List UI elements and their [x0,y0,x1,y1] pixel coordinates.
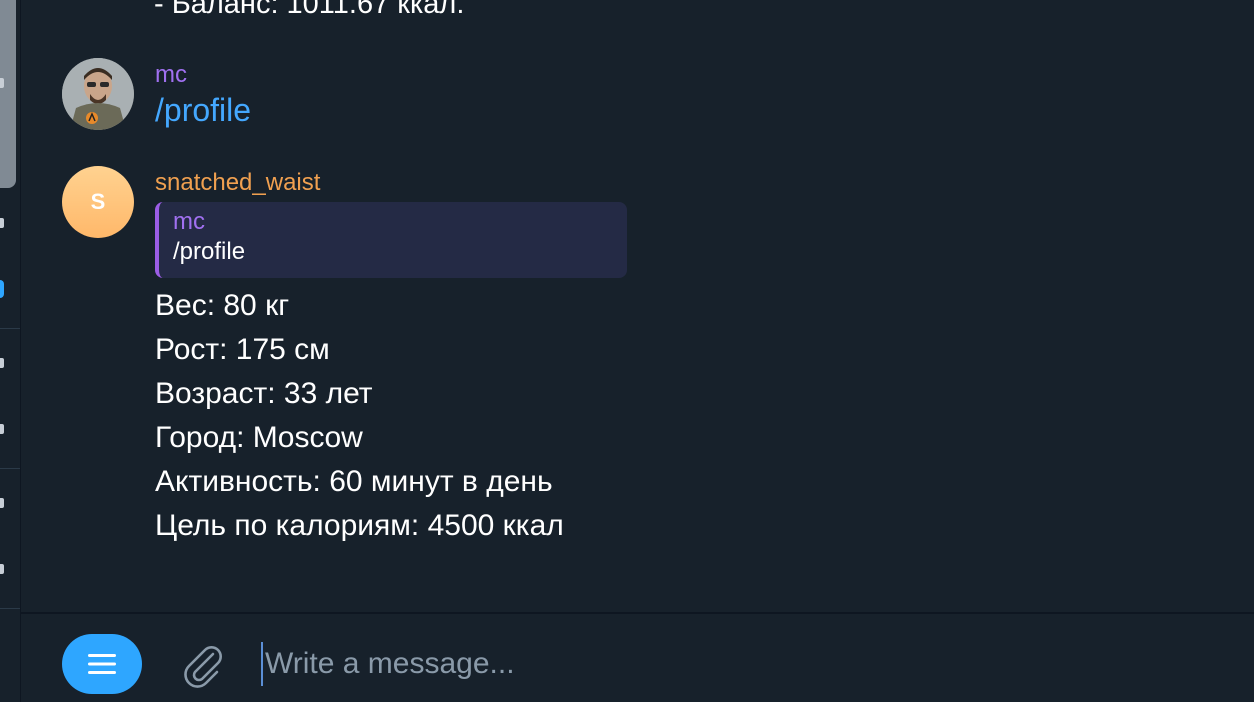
avatar-photo [62,58,134,130]
reply-quote[interactable]: mc /profile [155,202,627,278]
menu-icon [88,654,116,674]
avatar[interactable] [62,58,134,130]
bot-menu-button[interactable] [62,634,142,694]
chat-list-edge [0,0,21,702]
reply-sender-name: mc [173,208,205,235]
chat-list-fragment [0,78,4,88]
profile-line: Цель по калориям: 4500 ккал [155,509,564,542]
message-composer [21,614,1254,702]
chat-list-fragment [0,358,4,368]
message-history[interactable]: - Баланс: 1011.67 ккал. mc /profile S sn… [21,0,1254,612]
unread-badge [0,280,4,298]
message-input[interactable] [261,642,1225,686]
profile-line: Рост: 175 см [155,333,330,366]
profile-line: Вес: 80 кг [155,289,290,322]
chat-list-divider [0,608,20,609]
message-text: Вес: 80 кг Рост: 175 см Возраст: 33 лет … [155,284,627,548]
chat-list-divider [0,328,20,329]
chat-list-scrollbar[interactable] [0,0,16,188]
profile-line: Возраст: 33 лет [155,377,373,410]
message-body: snatched_waist mc /profile Вес: 80 кг Ро… [155,168,627,548]
bot-command-link[interactable]: /profile [155,90,251,130]
profile-line: Активность: 60 минут в день [155,465,553,498]
previous-message-text: - Баланс: 1011.67 ккал. [154,0,465,20]
profile-line: Город: Moscow [155,421,363,454]
chat-list-divider [0,468,20,469]
message-body: mc /profile [155,60,251,130]
sender-name[interactable]: mc [155,60,251,90]
paperclip-icon[interactable] [179,640,225,688]
chat-list-fragment [0,424,4,434]
chat-list-fragment [0,498,4,508]
reply-text: /profile [173,238,246,265]
sender-name[interactable]: snatched_waist [155,168,627,198]
telegram-window: - Баланс: 1011.67 ккал. mc /profile S sn… [0,0,1254,702]
chat-list-fragment [0,564,4,574]
avatar-letter: S [90,189,106,214]
avatar[interactable]: S [62,166,134,238]
chat-list-fragment [0,218,4,228]
